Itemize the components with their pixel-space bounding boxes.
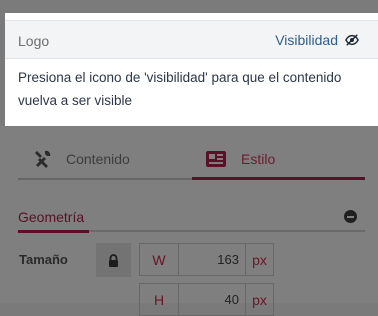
tab-underline (18, 178, 192, 180)
width-field-group: W px (139, 243, 274, 276)
geometry-section-header[interactable]: Geometría (18, 208, 365, 233)
section-title: Geometría (18, 209, 85, 225)
section-active-indicator (18, 230, 89, 233)
tab-content[interactable]: Contenido (32, 140, 130, 178)
width-input[interactable] (179, 244, 247, 275)
tools-icon (35, 150, 51, 168)
height-field-group: H px (139, 283, 274, 316)
popup-header: Logo Visibilidad (5, 20, 378, 59)
height-unit: px (245, 284, 273, 315)
visibility-toggle[interactable]: Visibilidad (275, 32, 359, 48)
style-card-icon (206, 151, 226, 167)
popup-message: Presiona el icono de 'visibilidad' para … (18, 70, 342, 108)
popup-title: Logo (18, 33, 50, 49)
size-label: Tamaño (19, 252, 68, 267)
height-input[interactable] (179, 284, 247, 315)
tab-active-indicator (192, 177, 365, 180)
tab-style-label[interactable]: Estilo (241, 151, 275, 167)
hidden-content-popup: Logo Visibilidad Presiona el icono de 'v… (5, 13, 378, 126)
aspect-lock-button[interactable] (96, 243, 131, 277)
width-prefix: W (140, 244, 179, 275)
visibility-label[interactable]: Visibilidad (275, 32, 338, 48)
eye-slash-icon[interactable] (345, 33, 359, 47)
width-unit: px (245, 244, 273, 275)
height-prefix: H (140, 284, 179, 315)
tab-style[interactable]: Estilo (205, 140, 275, 178)
top-backdrop (0, 0, 378, 13)
lock-icon (109, 253, 118, 267)
editor-tabs: Contenido Estilo (18, 140, 365, 180)
tab-content-label[interactable]: Contenido (66, 151, 130, 167)
collapse-minus-icon[interactable] (344, 210, 357, 223)
